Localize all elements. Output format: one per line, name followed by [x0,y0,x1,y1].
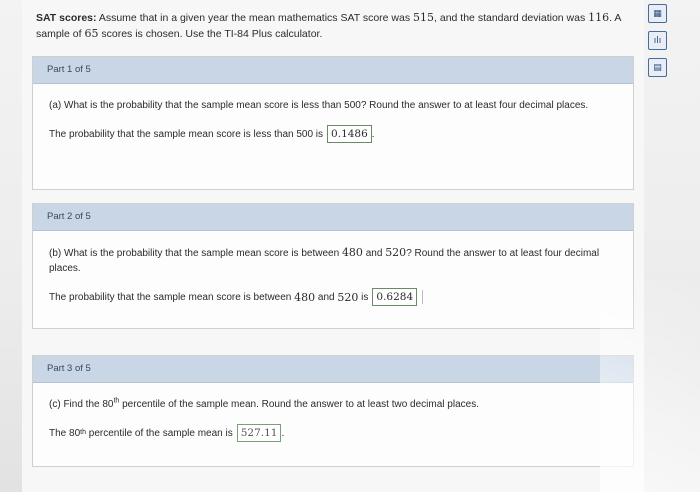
part-2-answer-input[interactable]: 0.6284 [372,288,418,306]
problem-statement: SAT scores: Assume that in a given year … [36,11,622,40]
part-1-answer-input[interactable]: 0.1486 [327,125,372,143]
part-1-card: Part 1 of 5 (a) What is the probability … [32,56,634,190]
screen: SAT scores: Assume that in a given year … [0,0,700,492]
part-2-answer-line: The probability that the sample mean sco… [49,288,617,306]
part-1-question: (a) What is the probability that the sam… [49,100,589,111]
part-3-answer-line: The 80th percentile of the sample mean i… [49,424,617,442]
part-3-answer-input[interactable]: 527.11 [236,424,282,442]
part-2-cursor [419,290,424,304]
part-3-question: (c) Find the 80th percentile of the samp… [49,397,479,410]
problem-label: SAT scores: [36,12,97,24]
sd-value: 116 [588,11,610,24]
sample-size: 65 [84,27,99,40]
part-2-header[interactable]: Part 2 of 5 [33,204,633,231]
part-2-question: (b) What is the probability that the sam… [49,246,600,274]
calculator-icon[interactable]: ▦ [648,4,667,23]
content-area: SAT scores: Assume that in a given year … [22,0,644,492]
mean-value: 515 [413,11,435,24]
part-3-header[interactable]: Part 3 of 5 [33,356,633,383]
part-1-answer-line: The probability that the sample mean sco… [49,125,617,143]
part-1-header[interactable]: Part 1 of 5 [33,57,633,84]
book-icon[interactable]: ▤ [648,58,667,77]
distribution-icon[interactable]: ılı [648,31,667,50]
right-toolbar: ▦ ılı ▤ [646,4,668,85]
part-2-card: Part 2 of 5 (b) What is the probability … [32,203,634,329]
part-3-card: Part 3 of 5 (c) Find the 80th percentile… [32,355,634,467]
